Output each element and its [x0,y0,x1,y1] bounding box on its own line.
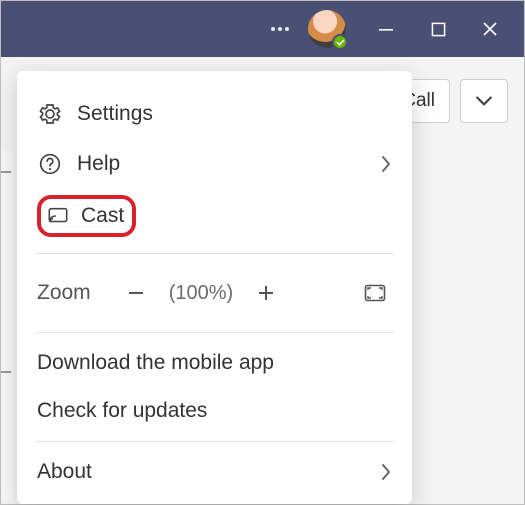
zoom-out-button[interactable] [119,276,153,310]
gear-icon [37,101,63,127]
zoom-percent: (100%) [169,282,233,305]
chevron-right-icon [380,155,392,173]
menu-item-updates[interactable]: Check for updates [17,387,412,435]
user-avatar[interactable] [308,10,346,48]
presence-available-icon [332,34,348,50]
menu-item-download[interactable]: Download the mobile app [17,339,412,387]
menu-item-help[interactable]: Help [17,139,412,189]
app-window: Call Settings Help [0,0,525,505]
cast-highlight: Cast [37,195,136,237]
maximize-button[interactable] [412,1,464,57]
chevron-right-icon [380,463,392,481]
menu-label-settings: Settings [77,102,392,126]
fullscreen-button[interactable] [358,276,392,310]
more-button[interactable] [260,9,300,49]
zoom-in-button[interactable] [249,276,283,310]
menu-divider [35,332,394,333]
profile-menu: Settings Help Cast Zoom [17,71,412,504]
menu-divider [35,253,394,254]
menu-item-zoom: Zoom (100%) [17,260,412,326]
menu-divider [35,441,394,442]
menu-item-about[interactable]: About [17,448,412,504]
menu-label-help: Help [77,152,366,176]
zoom-label: Zoom [37,281,91,305]
left-strip [1,151,13,501]
menu-item-cast[interactable]: Cast [17,189,412,247]
help-icon [37,151,63,177]
minimize-button[interactable] [360,1,412,57]
cast-icon [45,203,71,229]
close-button[interactable] [464,1,516,57]
menu-label-about: About [37,460,366,484]
menu-label-updates: Check for updates [37,399,392,423]
menu-label-cast: Cast [81,204,124,228]
call-options-button[interactable] [460,79,508,123]
menu-item-settings[interactable]: Settings [17,89,412,139]
titlebar [1,1,524,57]
chevron-down-icon [475,92,493,110]
menu-label-download: Download the mobile app [37,351,392,375]
